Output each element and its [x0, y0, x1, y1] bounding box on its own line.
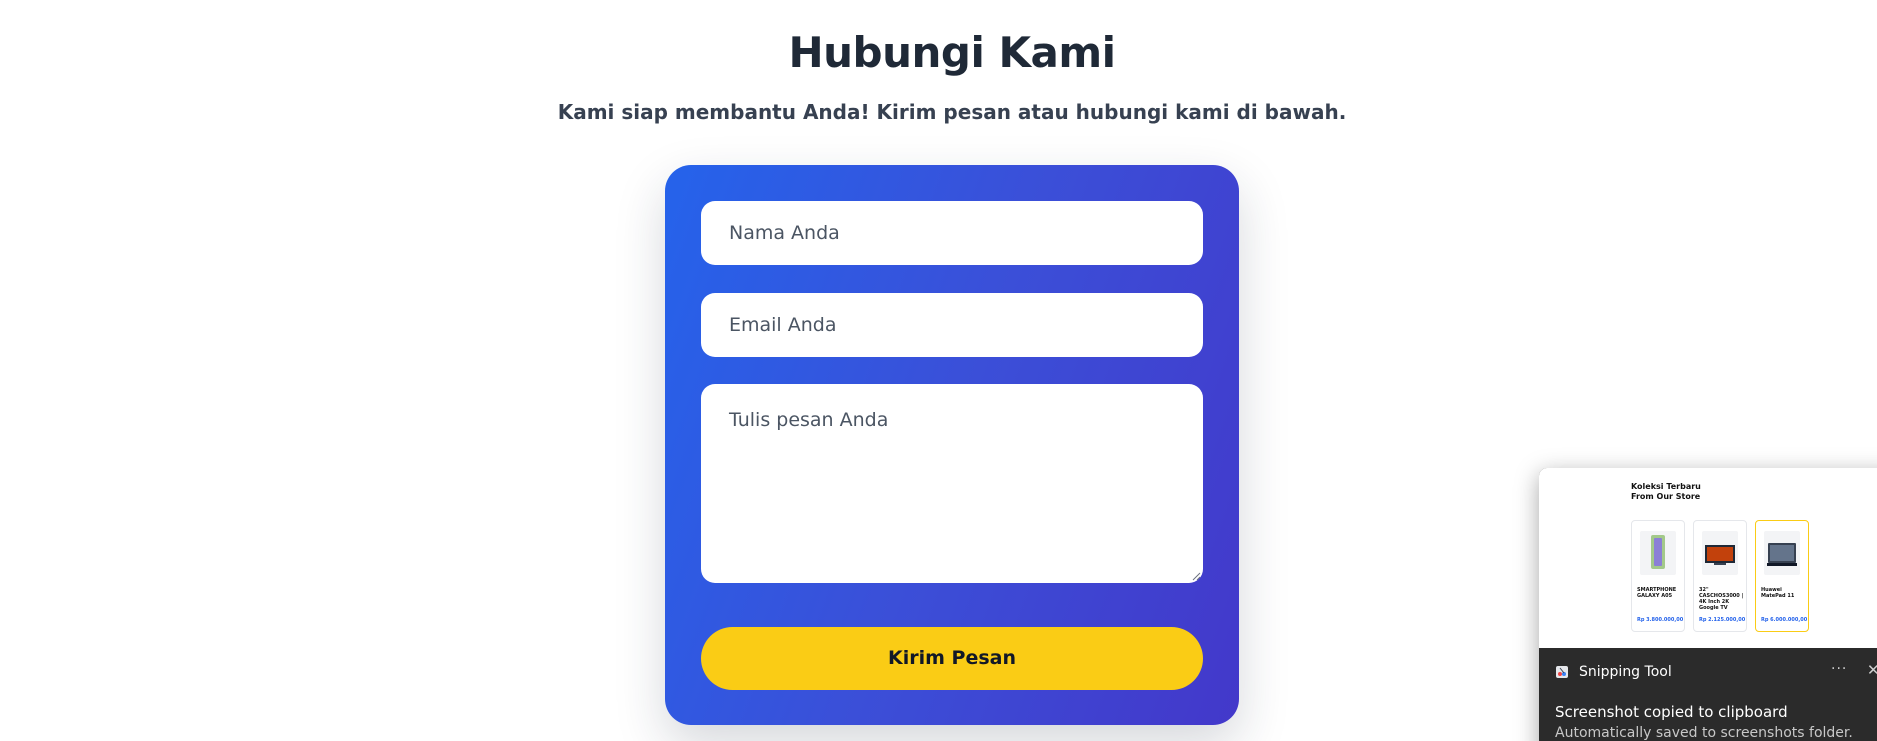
more-options-icon[interactable]: ··· — [1831, 661, 1847, 677]
resize-handle-icon[interactable] — [1191, 571, 1201, 581]
submit-button[interactable]: Kirim Pesan — [701, 627, 1203, 690]
name-input[interactable]: Nama Anda — [701, 201, 1203, 265]
contact-form-card: Nama Anda Email Anda Tulis pesan Anda Ki… — [665, 165, 1239, 725]
page-subtitle: Kami siap membantu Anda! Kirim pesan ata… — [557, 100, 1347, 124]
email-input[interactable]: Email Anda — [701, 293, 1203, 357]
preview-product-name: 32" CASCHOS3000 | 4K Inch 2K Google TV — [1699, 587, 1744, 611]
tv-image — [1702, 531, 1738, 575]
preview-product-card: 32" CASCHOS3000 | 4K Inch 2K Google TV R… — [1693, 520, 1747, 632]
preview-product-name: SMARTPHONE GALAXY A05 — [1637, 587, 1677, 599]
tablet-image — [1764, 531, 1800, 575]
message-placeholder: Tulis pesan Anda — [729, 409, 889, 431]
preview-product-card: SMARTPHONE GALAXY A05 Rp 3.800.000,00 — [1631, 520, 1685, 632]
phone-image — [1640, 531, 1676, 575]
toast-app-name: Snipping Tool — [1579, 664, 1672, 680]
preview-product-price: Rp 3.800.000,00 — [1637, 617, 1684, 623]
preview-heading: Koleksi Terbaru From Our Store — [1631, 482, 1701, 501]
preview-product-price: Rp 2.125.000,00 — [1699, 617, 1746, 623]
toast-app-label: Snipping Tool — [1555, 664, 1672, 680]
snipping-tool-icon — [1556, 666, 1568, 678]
toast-body: Automatically saved to screenshots folde… — [1555, 725, 1853, 741]
screenshot-preview[interactable]: Koleksi Terbaru From Our Store SMARTPHON… — [1539, 468, 1877, 648]
preview-product-name: Huawei MatePad 11 — [1761, 587, 1795, 599]
page-title: Hubungi Kami — [788, 28, 1116, 77]
page: Hubungi Kami Kami siap membantu Anda! Ki… — [0, 0, 1877, 741]
message-textarea[interactable]: Tulis pesan Anda — [701, 384, 1203, 583]
snipping-tool-notification[interactable]: Koleksi Terbaru From Our Store SMARTPHON… — [1539, 468, 1877, 741]
preview-product-card: Huawei MatePad 11 Rp 6.000.000,00 — [1755, 520, 1809, 632]
preview-product-price: Rp 6.000.000,00 — [1761, 617, 1808, 623]
close-icon[interactable]: ✕ — [1867, 661, 1877, 679]
toast-title: Screenshot copied to clipboard — [1555, 703, 1788, 721]
